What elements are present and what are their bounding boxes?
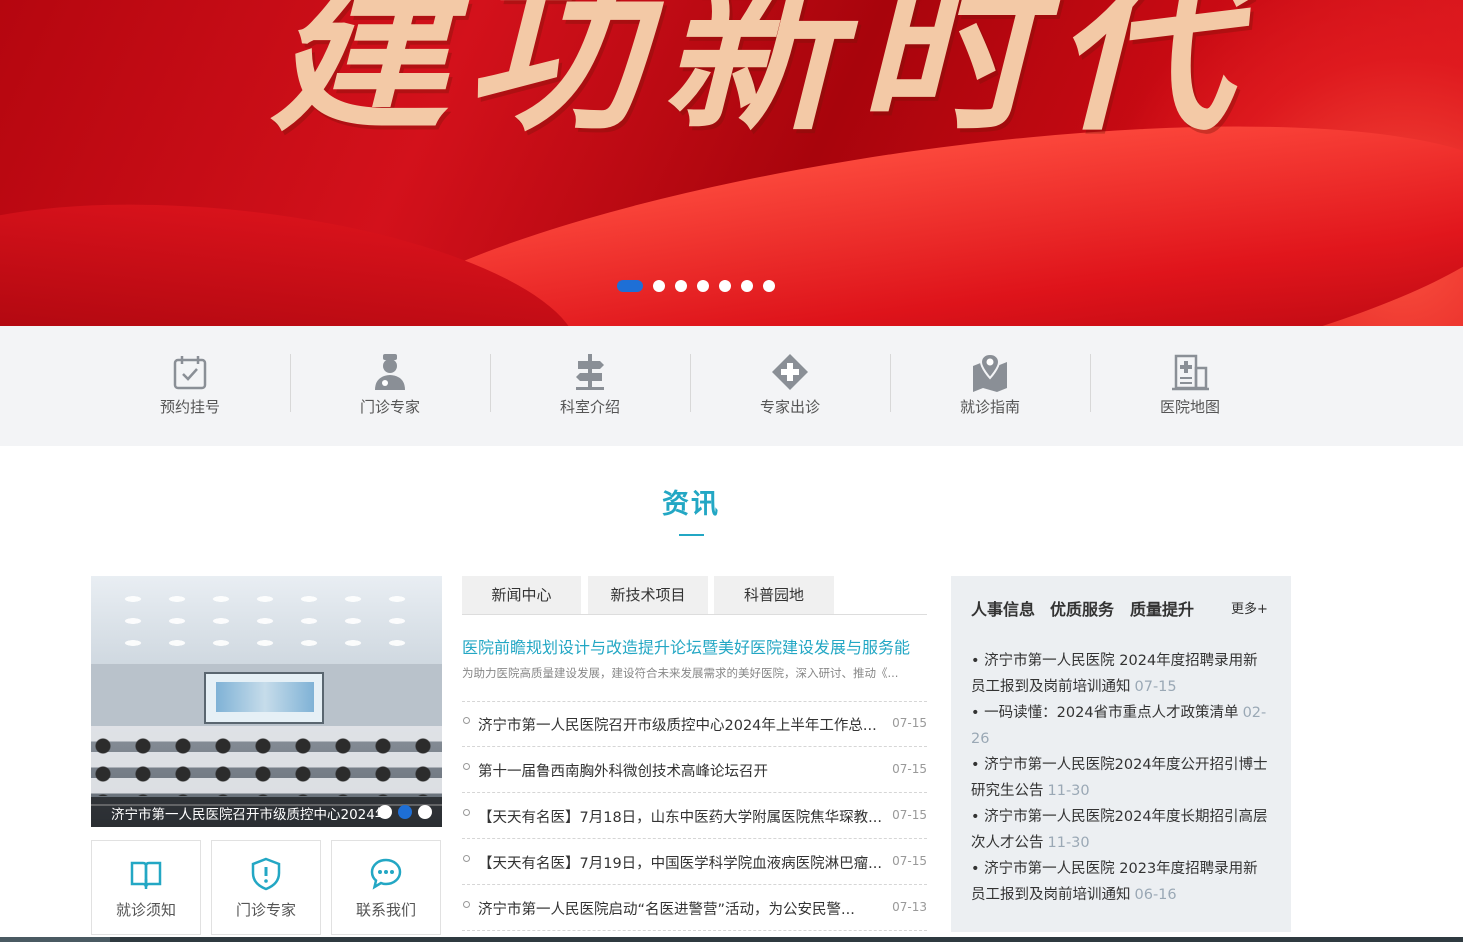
- quicknav-departments[interactable]: 科室介绍: [490, 352, 690, 422]
- banner-pagination: [617, 280, 775, 292]
- news-list-item[interactable]: 济宁市第一人民医院召开市级质控中心2024年上半年工作总... 07-15: [462, 701, 927, 747]
- section-title-underline: [679, 534, 704, 536]
- news-item-title[interactable]: 济宁市第一人民医院启动“名医进警营”活动，为公安民警...: [478, 898, 894, 919]
- news-list-item[interactable]: 【天天有名医】7月19日，中国医学科学院血液病医院淋巴瘤... 07-15: [462, 839, 927, 885]
- panel-item-date: 07-15: [1134, 679, 1177, 695]
- news-list-item[interactable]: 【天天有名医】7月18日，山东中医药大学附属医院焦华琛教... 07-15: [462, 793, 927, 839]
- banner-dot-6[interactable]: [741, 280, 753, 292]
- map-pin-icon: [973, 352, 1007, 392]
- calendar-check-icon: [173, 356, 207, 390]
- panel-list-item[interactable]: • 济宁市第一人民医院 2024年度招聘录用新员工报到及岗前培训通知 07-15: [971, 648, 1271, 700]
- quicknav-label: 预约挂号: [159, 398, 220, 416]
- news-summary: 为助力医院高质量建设发展，建设符合未来发展需求的美好医院，深入研讨、推动《...: [462, 666, 899, 680]
- news-item-date: 07-15: [892, 716, 927, 730]
- outpatient-experts-button[interactable]: 门诊专家: [211, 840, 321, 935]
- open-book-icon: [130, 861, 162, 889]
- banner-dot-1[interactable]: [617, 280, 643, 292]
- photo-caption[interactable]: 济宁市第一人民医院召开市级质控中心2024年上半年: [111, 803, 381, 823]
- bullet-icon: [463, 717, 470, 724]
- section-title: 资讯: [662, 489, 720, 520]
- quicknav-hospital-map[interactable]: 医院地图: [1090, 352, 1290, 422]
- panel-item-date: 11-30: [1047, 835, 1090, 851]
- quicknav-appointment[interactable]: 预约挂号: [90, 352, 290, 422]
- news-list-item[interactable]: 第十一届鲁西南胸外科微创技术高峰论坛召开 07-15: [462, 747, 927, 793]
- doctor-icon: [375, 354, 405, 390]
- banner-dot-2[interactable]: [653, 280, 665, 292]
- news-photo-slider[interactable]: 济宁市第一人民医院召开市级质控中心2024年上半年: [91, 576, 442, 827]
- news-item-title[interactable]: 【天天有名医】7月18日，山东中医药大学附属医院焦华琛教...: [478, 806, 894, 827]
- news-headline[interactable]: 医院前瞻规划设计与改造提升论坛暨美好医院建设发展与服务能: [462, 634, 927, 658]
- panel-item-date: 11-30: [1047, 783, 1090, 799]
- tab-new-technology[interactable]: 新技术项目: [588, 576, 708, 614]
- tab-quality-improvement[interactable]: 质量提升: [1130, 596, 1194, 620]
- news-item-date: 07-15: [892, 808, 927, 822]
- quick-nav-bar: 预约挂号 门诊专家 科室介绍 专家出诊 就诊指南 医院地图: [0, 326, 1463, 446]
- medical-cross-icon: [772, 354, 808, 390]
- quicknav-outpatient-experts[interactable]: 门诊专家: [290, 352, 490, 422]
- signpost-icon: [576, 354, 604, 390]
- tab-science-popularization[interactable]: 科普园地: [714, 576, 834, 614]
- news-item-date: 07-15: [892, 854, 927, 868]
- contact-us-button[interactable]: 联系我们: [331, 840, 441, 935]
- hospital-building-icon: [1172, 354, 1209, 391]
- banner-dot-7[interactable]: [763, 280, 775, 292]
- panel-list-item[interactable]: • 济宁市第一人民医院 2023年度招聘录用新员工报到及岗前培训通知 06-16: [971, 856, 1271, 908]
- news-tabs: 新闻中心 新技术项目 科普园地: [462, 576, 927, 615]
- mini-button-label: 就诊须知: [115, 901, 176, 919]
- mini-button-label: 联系我们: [355, 901, 416, 919]
- quicknav-label: 门诊专家: [359, 398, 420, 416]
- quicknav-visit-guide[interactable]: 就诊指南: [890, 352, 1090, 422]
- photo-dot-1[interactable]: [378, 805, 392, 819]
- quicknav-expert-schedule[interactable]: 专家出诊: [690, 352, 890, 422]
- news-list-item[interactable]: 济宁市第一人民医院启动“名医进警营”活动，为公安民警... 07-13: [462, 885, 927, 931]
- chat-bubble-icon: [370, 858, 402, 890]
- hr-info-panel: 人事信息 优质服务 质量提升 更多+ • 济宁市第一人民医院 2024年度招聘录…: [951, 576, 1291, 932]
- quicknav-label: 医院地图: [1159, 398, 1220, 416]
- panel-list-item[interactable]: • 济宁市第一人民医院2024年度公开招引博士研究生公告 11-30: [971, 752, 1271, 804]
- panel-item-text[interactable]: • 一码读懂：2024省市重点人才政策清单: [971, 705, 1239, 721]
- more-link[interactable]: 更多+: [1231, 598, 1268, 617]
- news-item-title[interactable]: 【天天有名医】7月19日，中国医学科学院血液病医院淋巴瘤...: [478, 852, 894, 873]
- panel-list-item[interactable]: • 济宁市第一人民医院2024年度长期招引高层次人才公告 11-30: [971, 804, 1271, 856]
- panel-item-date: 06-16: [1134, 887, 1177, 903]
- bullet-icon: [463, 901, 470, 908]
- photo-dot-3[interactable]: [418, 805, 432, 819]
- quicknav-label: 专家出诊: [759, 398, 820, 416]
- panel-item-text[interactable]: • 济宁市第一人民医院 2024年度招聘录用新员工报到及岗前培训通知: [971, 653, 1258, 695]
- tab-quality-service[interactable]: 优质服务: [1050, 596, 1114, 620]
- panel-item-text[interactable]: • 济宁市第一人民医院2024年度公开招引博士研究生公告: [971, 757, 1268, 799]
- news-item-title[interactable]: 第十一届鲁西南胸外科微创技术高峰论坛召开: [478, 760, 894, 781]
- banner-dot-4[interactable]: [697, 280, 709, 292]
- tab-news-center[interactable]: 新闻中心: [462, 576, 581, 614]
- scroll-indicator[interactable]: [0, 937, 110, 942]
- banner-dot-3[interactable]: [675, 280, 687, 292]
- bullet-icon: [463, 855, 470, 862]
- tab-personnel-info[interactable]: 人事信息: [971, 596, 1035, 620]
- shield-alert-icon: [251, 857, 281, 891]
- quicknav-label: 就诊指南: [959, 398, 1020, 416]
- panel-list: • 济宁市第一人民医院 2024年度招聘录用新员工报到及岗前培训通知 07-15 …: [971, 648, 1271, 908]
- photo-lights: [111, 588, 421, 648]
- mini-button-label: 门诊专家: [235, 901, 296, 919]
- panel-item-text[interactable]: • 济宁市第一人民医院 2023年度招聘录用新员工报到及岗前培训通知: [971, 861, 1258, 903]
- bullet-icon: [463, 809, 470, 816]
- banner-dot-5[interactable]: [719, 280, 731, 292]
- photo-pagination: [378, 805, 432, 819]
- page-bottom-bar: [0, 937, 1463, 942]
- banner-slogan: 建功新时代: [270, 0, 1250, 155]
- photo-dot-2[interactable]: [398, 805, 412, 819]
- quicknav-label: 科室介绍: [559, 398, 620, 416]
- hero-banner[interactable]: 建功新时代: [0, 0, 1463, 326]
- panel-item-text[interactable]: • 济宁市第一人民医院2024年度长期招引高层次人才公告: [971, 809, 1268, 851]
- visit-notice-button[interactable]: 就诊须知: [91, 840, 201, 935]
- news-item-date: 07-13: [892, 900, 927, 914]
- photo-audience: [91, 736, 442, 796]
- panel-list-item[interactable]: • 一码读懂：2024省市重点人才政策清单 02-26: [971, 700, 1271, 752]
- photo-projection-screen: [204, 672, 324, 724]
- news-item-date: 07-15: [892, 762, 927, 776]
- news-item-title[interactable]: 济宁市第一人民医院召开市级质控中心2024年上半年工作总...: [478, 714, 894, 735]
- bullet-icon: [463, 763, 470, 770]
